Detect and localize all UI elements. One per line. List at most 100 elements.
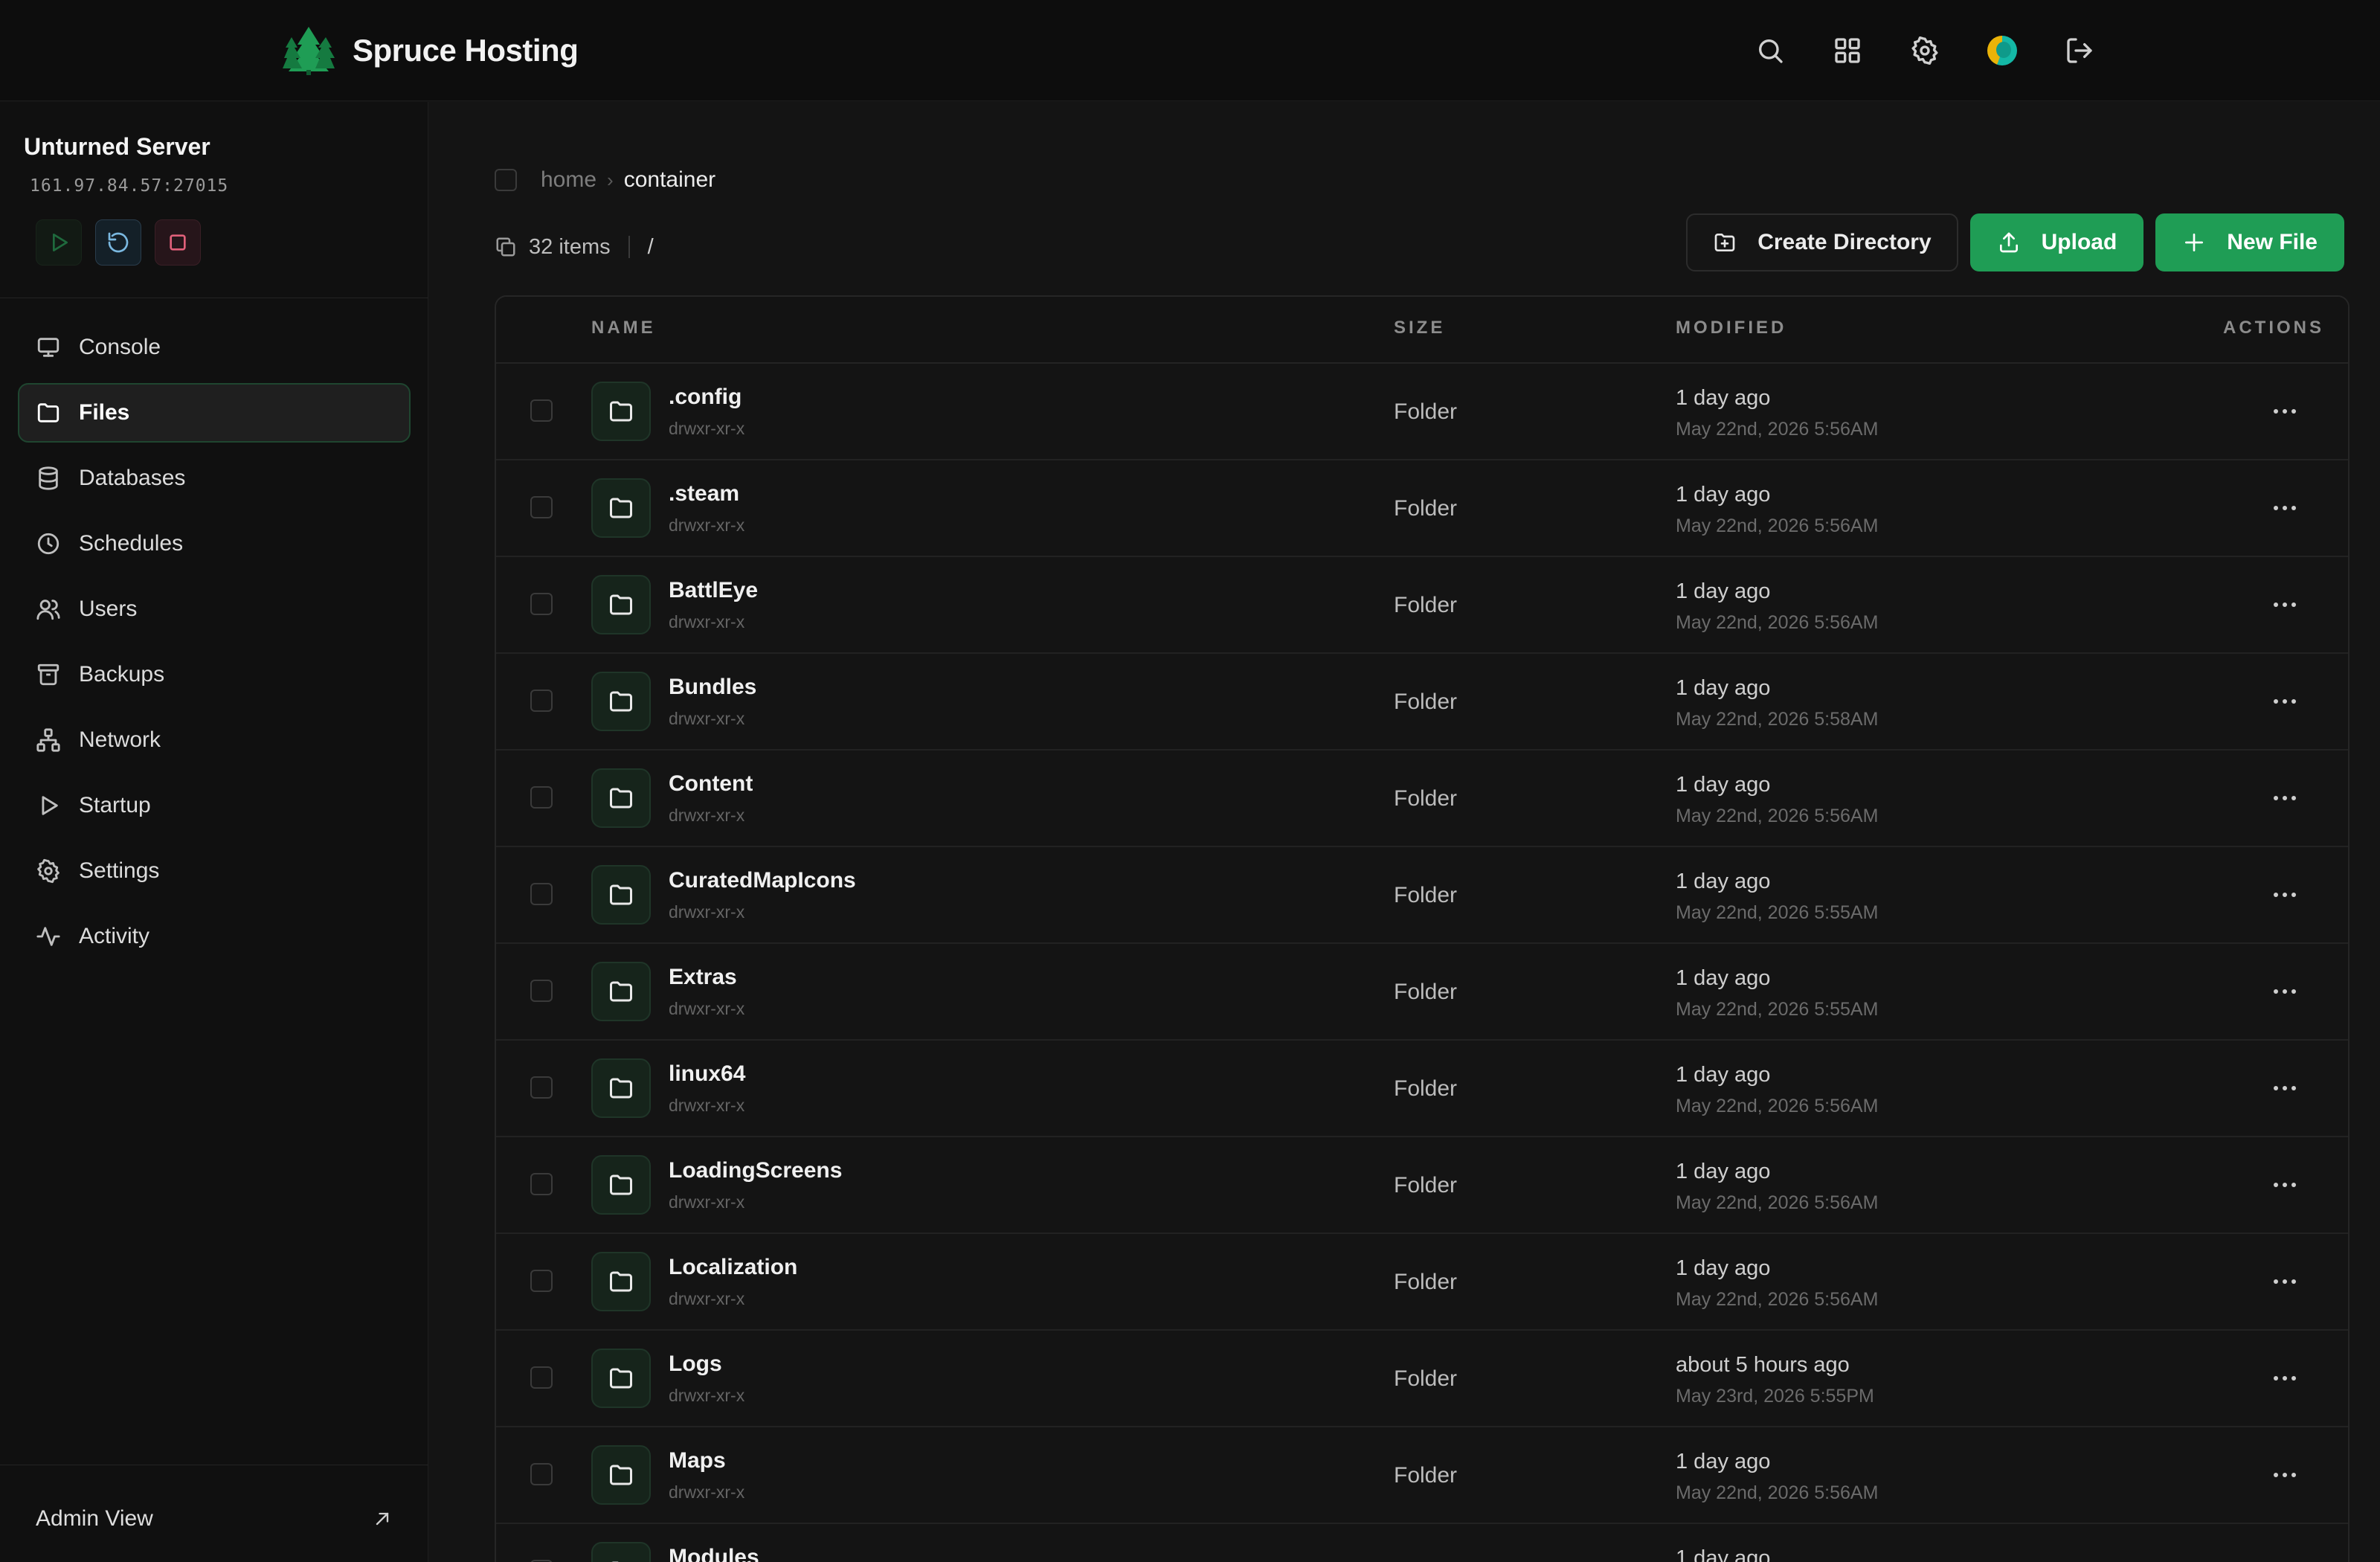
row-checkbox[interactable] bbox=[530, 1173, 553, 1195]
column-header-size[interactable]: SIZE bbox=[1394, 318, 1445, 338]
table-row[interactable]: Bundles drwxr-xr-x Folder 1 day ago May … bbox=[496, 654, 2348, 751]
file-name[interactable]: .steam bbox=[669, 481, 739, 507]
sidebar-item-network[interactable]: Network bbox=[18, 710, 411, 770]
table-row[interactable]: CuratedMapIcons drwxr-xr-x Folder 1 day … bbox=[496, 847, 2348, 944]
file-modified: 1 day ago bbox=[1676, 676, 1771, 700]
file-name[interactable]: BattlEye bbox=[669, 578, 758, 603]
stop-button[interactable] bbox=[155, 219, 201, 266]
file-size: Folder bbox=[1394, 883, 1458, 907]
table-row[interactable]: Modules drwxr-xr-x Folder 1 day ago bbox=[496, 1524, 2348, 1562]
sidebar-item-users[interactable]: Users bbox=[18, 579, 411, 639]
server-address[interactable]: 161.97.84.57:27015 bbox=[30, 176, 228, 196]
row-checkbox[interactable] bbox=[530, 496, 553, 518]
row-actions-button[interactable] bbox=[2263, 1265, 2306, 1298]
sidebar-item-schedules[interactable]: Schedules bbox=[18, 514, 411, 573]
file-name[interactable]: LoadingScreens bbox=[669, 1158, 842, 1183]
table-row[interactable]: linux64 drwxr-xr-x Folder 1 day ago May … bbox=[496, 1041, 2348, 1137]
table-row[interactable]: Extras drwxr-xr-x Folder 1 day ago May 2… bbox=[496, 944, 2348, 1041]
create-directory-button[interactable]: Create Directory bbox=[1686, 213, 1958, 271]
row-actions-button[interactable] bbox=[2263, 1459, 2306, 1491]
file-size: Folder bbox=[1394, 1270, 1458, 1294]
file-name[interactable]: linux64 bbox=[669, 1061, 745, 1087]
row-actions-button[interactable] bbox=[2263, 1169, 2306, 1201]
row-checkbox[interactable] bbox=[530, 980, 553, 1002]
table-row[interactable]: .config drwxr-xr-x Folder 1 day ago May … bbox=[496, 364, 2348, 460]
file-name[interactable]: .config bbox=[669, 385, 742, 410]
file-name[interactable]: Maps bbox=[669, 1448, 726, 1473]
sidebar-item-files[interactable]: Files bbox=[18, 383, 411, 443]
row-checkbox[interactable] bbox=[530, 593, 553, 615]
row-checkbox[interactable] bbox=[530, 1076, 553, 1099]
folder-tile bbox=[591, 1155, 651, 1215]
file-name[interactable]: Modules bbox=[669, 1545, 759, 1562]
table-row[interactable]: BattlEye drwxr-xr-x Folder 1 day ago May… bbox=[496, 557, 2348, 654]
file-name[interactable]: Bundles bbox=[669, 675, 756, 700]
sidebar-item-label: Users bbox=[79, 597, 138, 621]
restart-icon bbox=[108, 232, 129, 253]
folder-icon bbox=[610, 1174, 632, 1195]
table-row[interactable]: LoadingScreens drwxr-xr-x Folder 1 day a… bbox=[496, 1137, 2348, 1234]
file-permissions: drwxr-xr-x bbox=[669, 1289, 745, 1308]
file-name[interactable]: Extras bbox=[669, 965, 737, 990]
restart-button[interactable] bbox=[95, 219, 141, 266]
sidebar-item-databases[interactable]: Databases bbox=[18, 449, 411, 508]
column-header-name[interactable]: NAME bbox=[591, 318, 656, 338]
row-actions-button[interactable] bbox=[2263, 492, 2306, 524]
plus-icon bbox=[2185, 234, 2204, 251]
file-name[interactable]: Content bbox=[669, 771, 753, 797]
brand[interactable]: Spruce Hosting bbox=[281, 25, 579, 76]
row-checkbox[interactable] bbox=[530, 399, 553, 422]
upload-button[interactable]: Upload bbox=[1969, 213, 2144, 271]
logout-button[interactable] bbox=[2059, 30, 2100, 71]
select-all-checkbox[interactable] bbox=[495, 169, 517, 191]
sidebar-item-label: Files bbox=[79, 400, 130, 425]
arrow-up-right-icon bbox=[376, 1512, 389, 1526]
sidebar-item-activity[interactable]: Activity bbox=[18, 907, 411, 966]
row-actions-button[interactable] bbox=[2263, 395, 2306, 428]
folder-icon bbox=[610, 884, 632, 905]
row-actions-button[interactable] bbox=[2263, 685, 2306, 718]
sidebar-item-startup[interactable]: Startup bbox=[18, 776, 411, 835]
row-actions-button[interactable] bbox=[2263, 1362, 2306, 1395]
users-icon bbox=[36, 600, 60, 620]
sidebar-item-settings[interactable]: Settings bbox=[18, 841, 411, 901]
row-actions-button[interactable] bbox=[2263, 1555, 2306, 1562]
row-checkbox[interactable] bbox=[530, 690, 553, 712]
more-horizontal-icon bbox=[2274, 602, 2296, 607]
chevron-right-icon: › bbox=[607, 168, 614, 191]
new-file-button[interactable]: New File bbox=[2155, 213, 2344, 271]
account-settings-button[interactable] bbox=[1904, 30, 1946, 71]
row-actions-button[interactable] bbox=[2263, 588, 2306, 621]
row-actions-button[interactable] bbox=[2263, 878, 2306, 911]
table-row[interactable]: .steam drwxr-xr-x Folder 1 day ago May 2… bbox=[496, 460, 2348, 557]
admin-view-link[interactable]: Admin View bbox=[36, 1500, 393, 1537]
table-row[interactable]: Logs drwxr-xr-x Folder about 5 hours ago… bbox=[496, 1331, 2348, 1427]
file-manager: home › container 32 items / Create Direc… bbox=[429, 102, 2380, 1562]
row-checkbox[interactable] bbox=[530, 1463, 553, 1485]
dashboard-button[interactable] bbox=[1827, 30, 1868, 71]
table-row[interactable]: Localization drwxr-xr-x Folder 1 day ago… bbox=[496, 1234, 2348, 1331]
file-name[interactable]: Localization bbox=[669, 1255, 797, 1280]
current-path: / bbox=[647, 234, 654, 259]
column-header-modified[interactable]: MODIFIED bbox=[1676, 318, 1786, 338]
table-row[interactable]: Content drwxr-xr-x Folder 1 day ago May … bbox=[496, 751, 2348, 847]
user-avatar-button[interactable] bbox=[1981, 30, 2023, 71]
table-row[interactable]: Maps drwxr-xr-x Folder 1 day ago May 22n… bbox=[496, 1427, 2348, 1524]
start-button[interactable] bbox=[36, 219, 82, 266]
row-checkbox[interactable] bbox=[530, 786, 553, 809]
sidebar-item-console[interactable]: Console bbox=[18, 318, 411, 377]
row-actions-button[interactable] bbox=[2263, 975, 2306, 1008]
search-button[interactable] bbox=[1749, 30, 1791, 71]
row-actions-button[interactable] bbox=[2263, 1072, 2306, 1105]
row-checkbox[interactable] bbox=[530, 1366, 553, 1389]
row-checkbox[interactable] bbox=[530, 883, 553, 905]
file-name[interactable]: CuratedMapIcons bbox=[669, 868, 856, 893]
file-size: Folder bbox=[1394, 786, 1458, 811]
folder-tile bbox=[591, 962, 651, 1021]
row-checkbox[interactable] bbox=[530, 1270, 553, 1292]
file-name[interactable]: Logs bbox=[669, 1352, 722, 1377]
row-actions-button[interactable] bbox=[2263, 782, 2306, 814]
breadcrumb-home[interactable]: home bbox=[541, 167, 596, 193]
toolbar: Create Directory Upload New File bbox=[1674, 213, 2344, 271]
sidebar-item-backups[interactable]: Backups bbox=[18, 645, 411, 704]
